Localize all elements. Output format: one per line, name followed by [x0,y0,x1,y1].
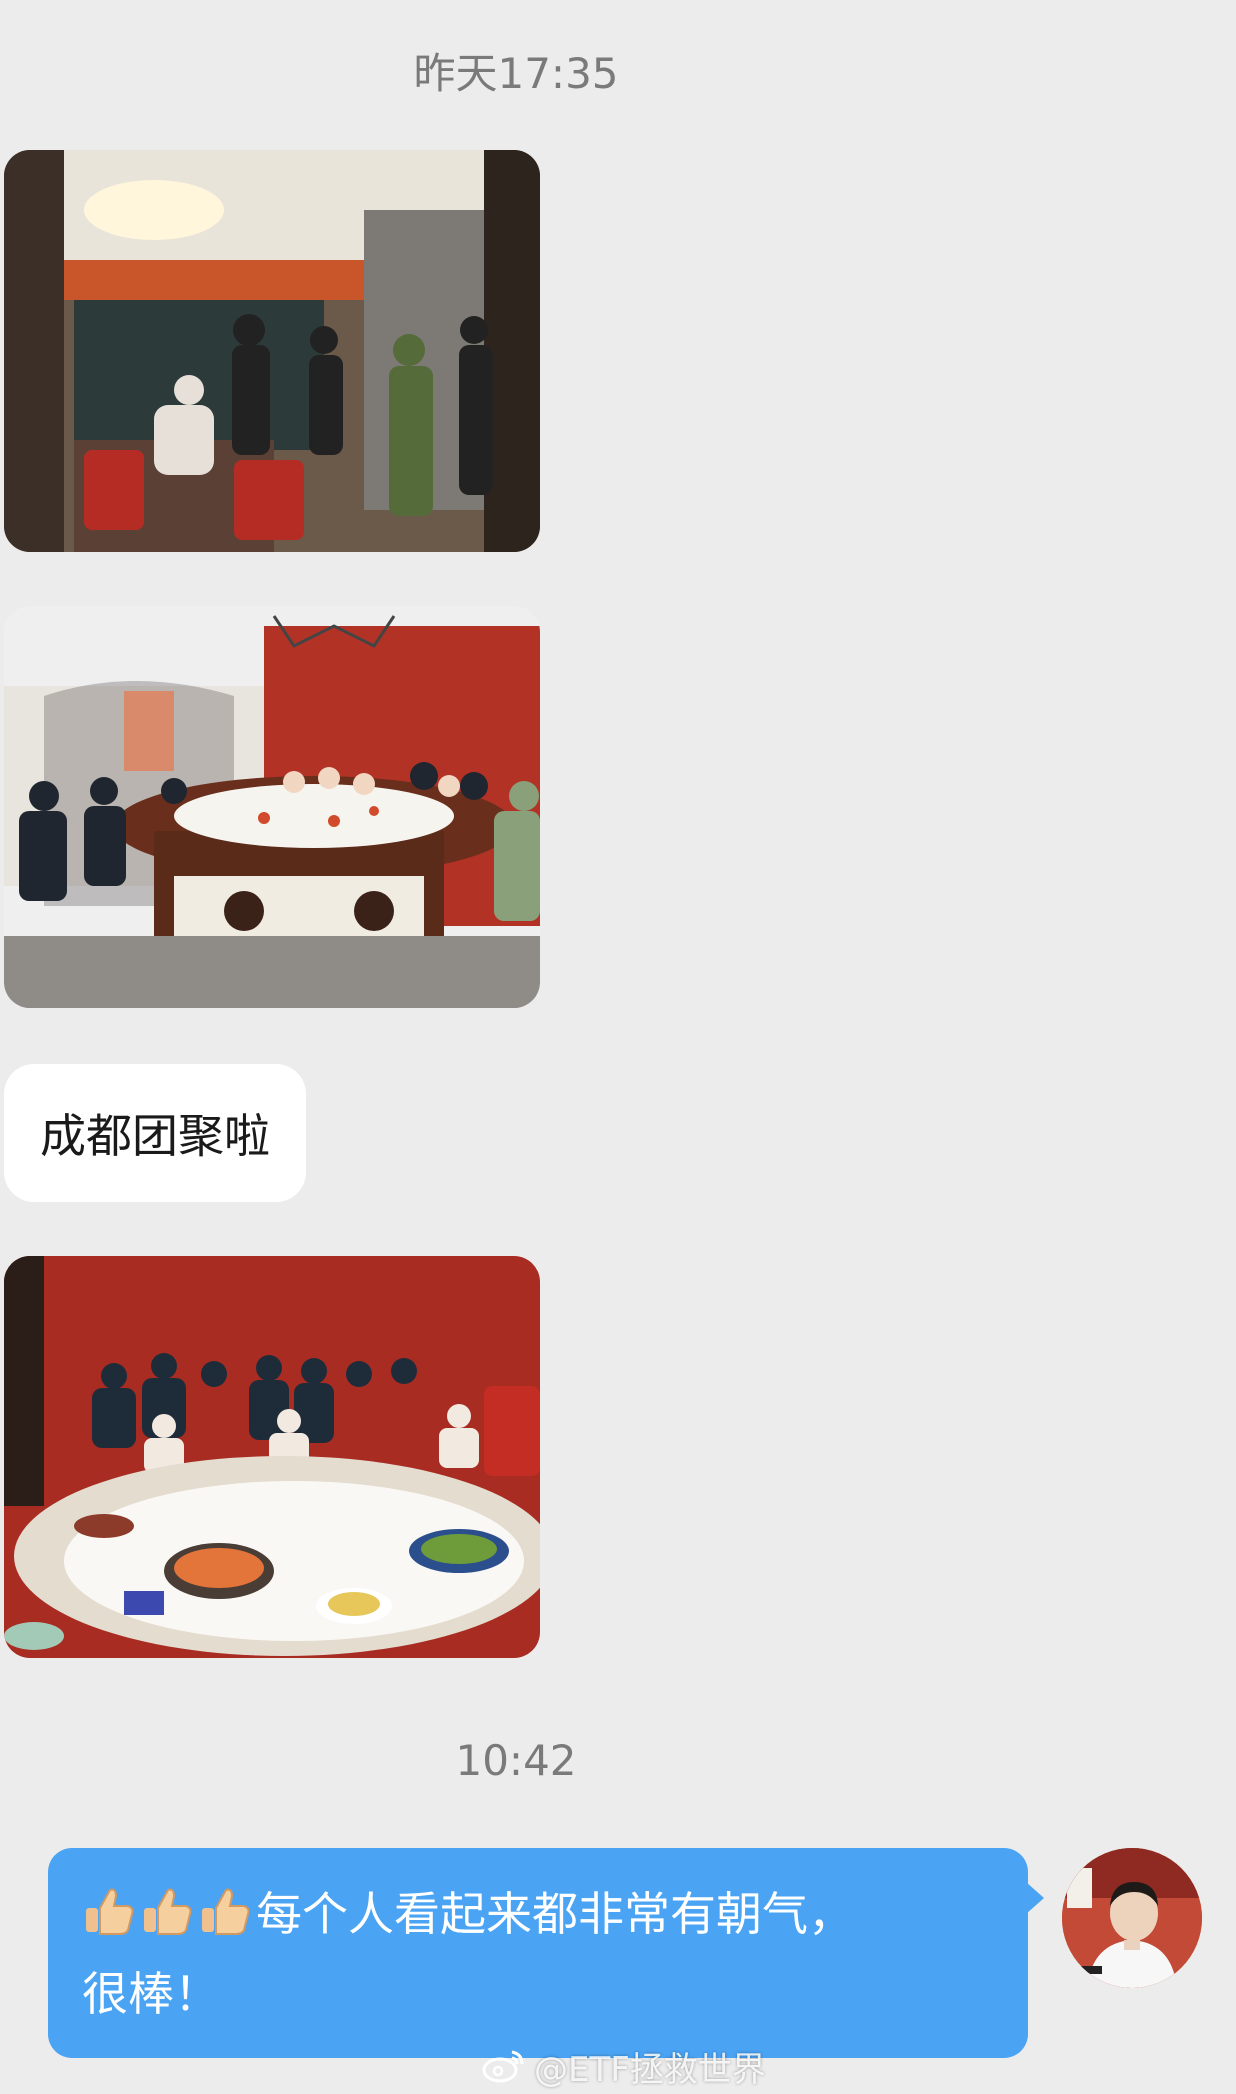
watermark-text: @ETF拯救世界 [534,2049,766,2090]
thumbs-up-icon [144,1888,192,1935]
bubble-tail [1026,1882,1044,1914]
group-photo-image-3 [4,1256,540,1658]
photo-message-1[interactable] [4,150,540,552]
avatar[interactable] [1062,1848,1202,1988]
group-photo-image-1 [4,150,540,552]
timestamp-yesterday: 昨天17:35 [413,49,619,98]
photo-message-2[interactable] [4,606,540,1008]
thumbs-up-icon [202,1888,250,1935]
avatar-image [1062,1848,1202,1988]
photo-message-3[interactable] [4,1256,540,1658]
watermark: @ETF拯救世界 [482,2040,766,2092]
outgoing-text-bubble[interactable]: 每个人看起来都非常有朝气， 很棒！ [48,1848,1044,2058]
outgoing-text-1: 每个人看起来都非常有朝气， [256,1887,854,1941]
outgoing-text-2: 很棒！ [82,1967,220,2021]
incoming-text: 成都团聚啦 [40,1109,270,1163]
thumbs-up-icon [86,1888,134,1935]
timestamp-today: 10:42 [455,1736,577,1785]
outgoing-text-line-1: 每个人看起来都非常有朝气， [82,1874,994,1954]
weibo-logo-icon [482,2050,524,2083]
group-photo-image-2 [4,606,540,1008]
incoming-text-bubble[interactable]: 成都团聚啦 [4,1064,306,1202]
